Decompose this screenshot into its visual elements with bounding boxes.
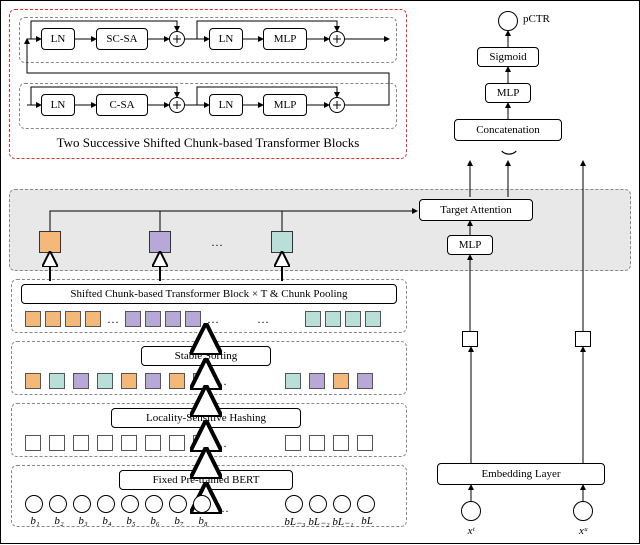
token-sq: [73, 435, 89, 451]
token-sq: [169, 373, 185, 389]
token-sq: [285, 373, 301, 389]
b-label: b₈: [189, 515, 217, 527]
add-node: [169, 31, 185, 47]
embed-out-sq: [462, 331, 478, 347]
token-sq: [309, 435, 325, 451]
b-token: [25, 495, 43, 513]
target-attention-panel: [9, 189, 631, 271]
b-token: [309, 495, 327, 513]
b-token: [333, 495, 351, 513]
token-sq: [357, 435, 373, 451]
stable-sort-label: Stable Sorting: [141, 346, 271, 366]
ln-box-b2: LN: [209, 94, 243, 116]
token-sq: [145, 435, 161, 451]
token-sq: [365, 311, 381, 327]
mlp-box-b: MLP: [263, 94, 307, 116]
token-sq: [25, 373, 41, 389]
ellipsis: …: [215, 374, 227, 389]
token-sq: [193, 373, 209, 389]
ellipsis: …: [107, 312, 119, 327]
token-sq: [193, 435, 209, 451]
token-sq: [121, 373, 137, 389]
mlp-box: MLP: [263, 28, 307, 50]
pooled-token: [39, 231, 61, 253]
ln-box: LN: [41, 28, 75, 50]
pooled-token: [271, 231, 293, 253]
b-token: [193, 495, 211, 513]
token-sq: [169, 435, 185, 451]
b-token: [49, 495, 67, 513]
brace-icon: ︶: [453, 145, 563, 169]
concat-box: Concatenation: [454, 119, 562, 141]
token-sq: [325, 311, 341, 327]
token-sq: [65, 311, 81, 327]
pctr-label: pCTR: [523, 13, 550, 25]
input-xt: [461, 501, 481, 521]
b-token: [357, 495, 375, 513]
token-sq: [285, 435, 301, 451]
token-sq: [97, 435, 113, 451]
b-label: bL: [353, 515, 381, 527]
add-node-b2: [329, 97, 345, 113]
token-sq: [45, 311, 61, 327]
pooled-token: [149, 231, 171, 253]
b-token: [285, 495, 303, 513]
b-token: [97, 495, 115, 513]
token-sq: [345, 311, 361, 327]
embed-out-sq: [575, 331, 591, 347]
token-sq: [333, 373, 349, 389]
b-token: [145, 495, 163, 513]
bert-label: Fixed Pre-trained BERT: [119, 470, 293, 490]
token-sq: [25, 435, 41, 451]
ellipsis: …: [217, 501, 229, 516]
sc-block-label: Shifted Chunk-based Transformer Block × …: [21, 284, 397, 304]
scsa-box: SC-SA: [96, 28, 148, 50]
token-sq: [125, 311, 141, 327]
lsh-label: Locality-Sensitive Hashing: [111, 408, 301, 428]
ln-box-b: LN: [41, 94, 75, 116]
token-sq: [357, 373, 373, 389]
token-sq: [309, 373, 325, 389]
token-sq: [333, 435, 349, 451]
token-sq: [25, 311, 41, 327]
mlp-top-box: MLP: [485, 83, 531, 103]
ellipsis: …: [207, 312, 219, 327]
pctr-node: [498, 11, 518, 31]
b-token: [73, 495, 91, 513]
xt-label: xᵗ: [457, 525, 485, 537]
ellipsis: …: [215, 436, 227, 451]
xu-label: xᵘ: [569, 525, 597, 537]
token-sq: [145, 311, 161, 327]
ellipsis: …: [257, 312, 269, 327]
token-sq: [49, 373, 65, 389]
input-xu: [573, 501, 593, 521]
mlp-side-box: MLP: [447, 235, 493, 255]
b-token: [169, 495, 187, 513]
ln-box-2: LN: [209, 28, 243, 50]
target-attention-box: Target Attention: [419, 199, 533, 221]
token-sq: [97, 373, 113, 389]
token-sq: [73, 373, 89, 389]
ellipsis: …: [211, 235, 223, 250]
token-sq: [305, 311, 321, 327]
token-sq: [165, 311, 181, 327]
token-sq: [185, 311, 201, 327]
embedding-box: Embedding Layer: [437, 463, 605, 485]
add-node-b: [169, 97, 185, 113]
b-token: [121, 495, 139, 513]
token-sq: [121, 435, 137, 451]
sigmoid-box: Sigmoid: [477, 47, 539, 67]
add-node-2: [329, 31, 345, 47]
csa-box: C-SA: [96, 94, 148, 116]
token-sq: [49, 435, 65, 451]
two-blocks-caption: Two Successive Shifted Chunk-based Trans…: [17, 135, 399, 151]
token-sq: [85, 311, 101, 327]
token-sq: [145, 373, 161, 389]
